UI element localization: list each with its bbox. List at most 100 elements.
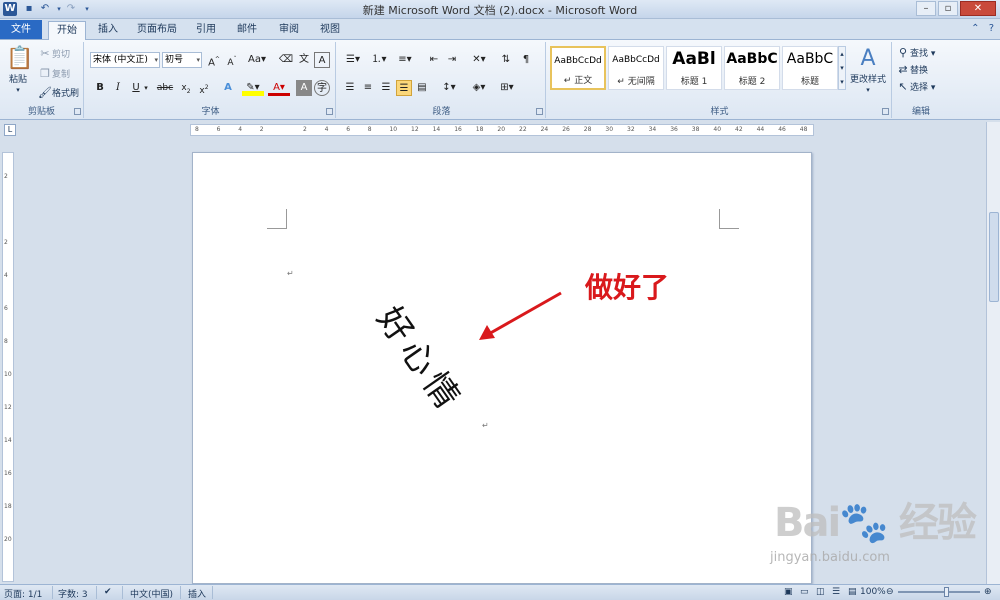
align-center-icon[interactable]: ≡	[360, 80, 376, 96]
tab-references[interactable]: 引用	[190, 21, 222, 40]
style-heading-2[interactable]: AaBbC 标题 2	[724, 46, 780, 90]
change-case-icon[interactable]: Aa▾	[246, 52, 268, 68]
format-painter-button[interactable]: 🖌格式刷	[38, 86, 79, 100]
tab-review[interactable]: 审阅	[272, 21, 306, 40]
numbering-icon[interactable]: ⒈▾	[368, 52, 390, 68]
shading-icon[interactable]: ◈▾	[468, 80, 490, 96]
zoom-slider[interactable]	[898, 591, 980, 593]
minimize-ribbon-icon[interactable]: ⌃	[971, 23, 979, 34]
ruler-tick: 16	[454, 126, 462, 133]
increase-indent-icon[interactable]: ⇥	[444, 52, 460, 68]
style-sample: AaBbCcDd	[612, 55, 660, 65]
line-spacing-icon[interactable]: ↕▾	[438, 80, 460, 96]
web-layout-icon[interactable]: ◫	[816, 587, 825, 597]
superscript-icon[interactable]: x2	[196, 80, 212, 96]
format-painter-label: 格式刷	[52, 89, 80, 99]
tab-insert[interactable]: 插入	[90, 21, 126, 40]
styles-dialog-launcher[interactable]	[882, 108, 889, 115]
paste-button[interactable]: 📋 粘贴 ▾	[6, 46, 33, 95]
sort-icon[interactable]: ⇅	[498, 52, 514, 68]
vertical-ruler[interactable]: 2 2 4 6 8 10 12 14 16 18 20	[2, 152, 14, 582]
style-sample: AaBbC	[786, 51, 834, 67]
subscript-icon[interactable]: x2	[178, 80, 194, 96]
grow-font-icon[interactable]: A^	[206, 52, 222, 68]
find-button[interactable]: ⚲ 查找 ▾	[896, 46, 935, 60]
highlight-icon[interactable]: ✎▾	[242, 80, 264, 96]
underline-dropdown-icon[interactable]: ▾	[142, 80, 150, 96]
zoom-level[interactable]: 100%	[860, 587, 886, 597]
full-screen-reading-icon[interactable]: ▭	[800, 587, 809, 597]
font-size-combo[interactable]: 初号 ▾	[162, 52, 202, 68]
clear-format-icon[interactable]: ⌫	[278, 52, 294, 68]
tab-selector[interactable]: L	[4, 124, 16, 136]
distributed-icon[interactable]: ▤	[414, 80, 430, 96]
replace-button[interactable]: ⇄ 替换	[896, 63, 928, 77]
copy-button[interactable]: ❐ 复制	[38, 67, 70, 81]
ruler-tick: 10	[389, 126, 398, 133]
chinese-layout-icon[interactable]: ✕▾	[468, 52, 490, 68]
word-count[interactable]: 字数: 3	[58, 587, 88, 600]
align-left-icon[interactable]: ☰	[342, 80, 358, 96]
style-no-spacing[interactable]: AaBbCcDd ↵ 无间隔	[608, 46, 664, 90]
multilevel-list-icon[interactable]: ≡▾	[394, 52, 416, 68]
clipboard-dialog-launcher[interactable]	[74, 108, 81, 115]
change-styles-button[interactable]: A 更改样式 ▾	[848, 46, 888, 95]
paragraph-dialog-launcher[interactable]	[536, 108, 543, 115]
rotated-text-box[interactable]: 好心情	[369, 295, 477, 421]
document-page[interactable]: ↵ 好心情 ↵ 做好了	[192, 152, 812, 584]
font-name-combo[interactable]: 宋体 (中文正) ▾	[90, 52, 160, 68]
decrease-indent-icon[interactable]: ⇤	[426, 52, 442, 68]
tab-page-layout[interactable]: 页面布局	[132, 21, 182, 40]
font-group-label: 字体	[201, 107, 220, 117]
language[interactable]: 中文(中国)	[130, 587, 173, 600]
zoom-slider-thumb[interactable]	[944, 587, 949, 597]
zoom-in-icon[interactable]: ⊕	[984, 587, 992, 597]
bullets-icon[interactable]: ☰▾	[342, 52, 364, 68]
italic-icon[interactable]: I	[110, 80, 126, 96]
help-icon[interactable]: ?	[989, 23, 994, 34]
horizontal-ruler[interactable]: 8 6 4 2 2 4 6 8 10 12 14 16 18 20 22 24 26 28 30 32 34 36 38 40…	[190, 124, 814, 136]
ruler-tick: 2	[259, 126, 264, 133]
proofing-icon[interactable]: ✔	[104, 587, 112, 597]
tab-view[interactable]: 视图	[314, 21, 346, 40]
character-shading-icon[interactable]: A	[296, 80, 312, 96]
character-border-icon[interactable]: A	[314, 52, 330, 68]
align-right-icon[interactable]: ☰	[378, 80, 394, 96]
show-marks-icon[interactable]: ¶	[518, 52, 534, 68]
tab-mailings[interactable]: 邮件	[230, 21, 264, 40]
cut-button[interactable]: ✂ 剪切	[38, 47, 70, 61]
font-color-icon[interactable]: A▾	[268, 80, 290, 96]
select-button[interactable]: ↖ 选择 ▾	[896, 80, 935, 94]
page-count[interactable]: 页面: 1/1	[4, 587, 42, 600]
scrollbar-thumb[interactable]	[989, 212, 999, 302]
print-layout-icon[interactable]: ▣	[784, 587, 793, 597]
paragraph-group: ☰▾ ⒈▾ ≡▾ ⇤ ⇥ ✕▾ ⇅ ¶ ☰ ≡ ☰ ☰ ▤ ↕▾ ◈▾ ⊞▾ 段…	[338, 42, 546, 118]
insert-mode[interactable]: 插入	[188, 587, 206, 600]
tab-home[interactable]: 开始	[48, 21, 86, 40]
text-effects-icon[interactable]: A	[220, 80, 236, 96]
style-normal[interactable]: AaBbCcDd ↵ 正文	[550, 46, 606, 90]
minimize-button[interactable]: –	[916, 1, 936, 16]
enclosed-characters-icon[interactable]: 字	[314, 80, 330, 96]
annotation-text: 做好了	[585, 271, 670, 304]
outline-icon[interactable]: ☰	[832, 587, 840, 597]
paste-dropdown-icon[interactable]: ▾	[16, 86, 20, 94]
justify-icon[interactable]: ☰	[396, 80, 412, 96]
phonetic-guide-icon[interactable]: 文	[296, 52, 312, 68]
clipboard-group: 📋 粘贴 ▾ ✂ 剪切 ❐ 复制 🖌格式刷 剪贴板	[0, 42, 84, 118]
ruler-tick: 2	[4, 173, 8, 180]
bold-icon[interactable]: B	[92, 80, 108, 96]
style-name: 标题 2	[738, 77, 766, 87]
draft-icon[interactable]: ▤	[848, 587, 857, 597]
restore-button[interactable]: ▫	[938, 1, 958, 16]
style-heading-1[interactable]: AaBl 标题 1	[666, 46, 722, 90]
tab-file[interactable]: 文件	[0, 20, 42, 39]
close-button[interactable]: ✕	[960, 1, 996, 16]
zoom-out-icon[interactable]: ⊖	[886, 587, 894, 597]
strikethrough-icon[interactable]: abc	[154, 80, 176, 96]
shrink-font-icon[interactable]: Aˇ	[224, 52, 240, 68]
borders-icon[interactable]: ⊞▾	[496, 80, 518, 96]
font-dialog-launcher[interactable]	[326, 108, 333, 115]
styles-scroll[interactable]: ▴ ▾ ▾	[838, 46, 846, 90]
style-title[interactable]: AaBbC 标题	[782, 46, 838, 90]
